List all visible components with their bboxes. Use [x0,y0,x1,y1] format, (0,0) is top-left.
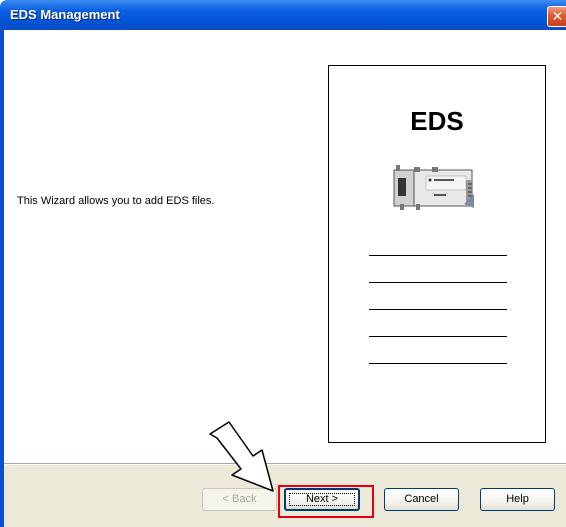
help-button[interactable]: Help [480,488,555,511]
pointer-arrow-icon [209,421,274,492]
close-icon[interactable]: ✕ [547,6,566,27]
document-line [369,336,507,337]
window-border [0,30,4,527]
intro-text: This Wizard allows you to add EDS files. [17,195,215,207]
title-bar: EDS Management ✕ [0,0,566,30]
document-title: EDS [410,106,464,136]
document-line [369,282,507,283]
network-module-icon [393,165,474,210]
document-line [369,255,507,256]
eds-document-illustration: EDS [328,65,546,443]
window-title: EDS Management [10,7,120,22]
document-line [369,309,507,310]
document-line [369,363,507,364]
cancel-button[interactable]: Cancel [384,488,459,511]
